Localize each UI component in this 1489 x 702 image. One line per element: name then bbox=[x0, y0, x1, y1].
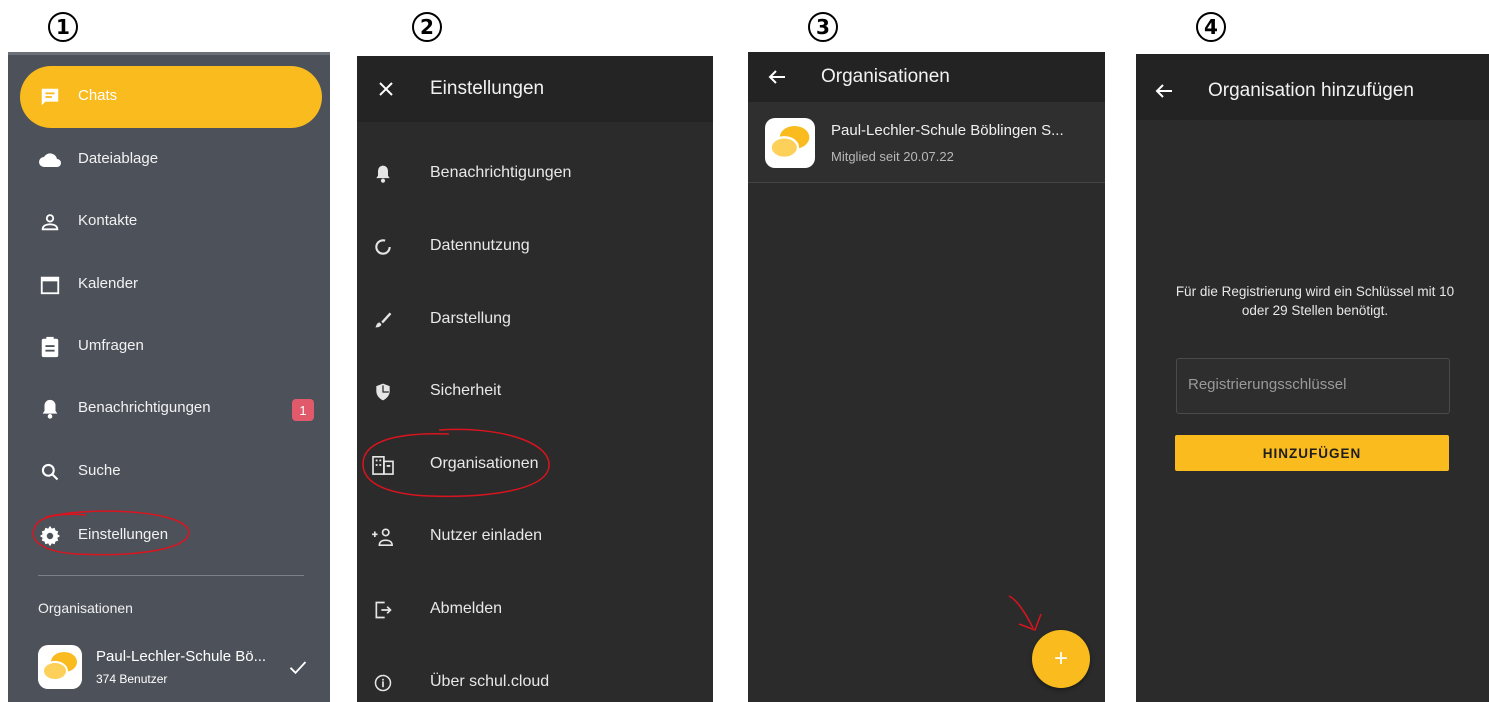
settings-app-bar: Einstellungen bbox=[357, 56, 713, 122]
organisations-screen: Organisationen Paul-Lechler-Schule Böbli… bbox=[748, 52, 1105, 702]
add-organisation-fab[interactable]: + bbox=[1032, 630, 1090, 688]
step-number-4: 4 bbox=[1196, 12, 1226, 42]
registration-info-text: Für die Registrierung wird ein Schlüssel… bbox=[1175, 284, 1455, 318]
settings-item-label: Über schul.cloud bbox=[430, 673, 550, 690]
close-icon[interactable] bbox=[374, 77, 398, 101]
school-cloud-logo bbox=[38, 645, 82, 689]
back-arrow-icon[interactable] bbox=[1152, 79, 1176, 103]
add-person-icon bbox=[371, 525, 395, 549]
school-cloud-logo bbox=[765, 118, 815, 168]
settings-item-label: Benachrichtigungen bbox=[430, 164, 572, 181]
settings-item-datennutzung[interactable]: Datennutzung bbox=[357, 217, 713, 277]
drawer-item-label: Kontakte bbox=[78, 212, 138, 229]
page-title: Organisation hinzufügen bbox=[1208, 80, 1414, 101]
settings-item-label: Datennutzung bbox=[430, 237, 530, 254]
back-arrow-icon[interactable] bbox=[765, 65, 789, 89]
settings-item-sicherheit[interactable]: Sicherheit bbox=[357, 362, 713, 422]
clipboard-icon bbox=[38, 335, 62, 359]
drawer-item-label: Dateiablage bbox=[78, 150, 159, 167]
registration-key-input[interactable]: Registrierungsschlüssel bbox=[1176, 358, 1450, 414]
settings-item-label: Nutzer einladen bbox=[430, 527, 543, 544]
drawer-item-label: Benachrichtigungen bbox=[78, 399, 211, 416]
settings-item-nutzer-einladen[interactable]: Nutzer einladen bbox=[357, 507, 713, 567]
drawer-item-label: Umfragen bbox=[78, 337, 144, 354]
navigation-drawer: Chats Dateiablage Kontakte Kalender Umfr… bbox=[8, 52, 330, 702]
organisations-app-bar: Organisationen bbox=[748, 52, 1105, 102]
drawer-item-chats[interactable]: Chats bbox=[8, 67, 330, 127]
annotation-circle-einstellungen bbox=[32, 510, 190, 556]
bell-icon bbox=[371, 162, 395, 186]
drawer-item-label: Suche bbox=[78, 462, 121, 479]
step-number-1: 1 bbox=[48, 12, 78, 42]
drawer-item-kalender[interactable]: Kalender bbox=[8, 255, 330, 315]
add-organisation-app-bar: Organisation hinzufügen bbox=[1136, 54, 1489, 120]
annotation-circle-organisationen bbox=[362, 428, 550, 498]
search-icon bbox=[38, 460, 62, 484]
settings-screen: Einstellungen Benachrichtigungen Datennu… bbox=[357, 56, 713, 702]
settings-item-label: Darstellung bbox=[430, 310, 511, 327]
add-organisation-screen: Organisation hinzufügen Für die Registri… bbox=[1136, 54, 1489, 702]
drawer-item-label: Kalender bbox=[78, 275, 139, 292]
calendar-icon bbox=[38, 273, 62, 297]
check-icon bbox=[288, 657, 308, 677]
settings-item-benachrichtigungen[interactable]: Benachrichtigungen bbox=[357, 144, 713, 204]
logout-icon bbox=[371, 598, 395, 622]
step-number-3: 3 bbox=[808, 12, 838, 42]
drawer-item-kontakte[interactable]: Kontakte bbox=[8, 192, 330, 252]
drawer-item-dateiablage[interactable]: Dateiablage bbox=[8, 130, 330, 190]
cloud-icon bbox=[38, 148, 62, 172]
drawer-divider bbox=[38, 575, 304, 576]
page-title: Organisationen bbox=[821, 66, 950, 87]
org-name: Paul-Lechler-Schule Bö... bbox=[96, 648, 267, 665]
org-name: Paul-Lechler-Schule Böblingen S... bbox=[831, 122, 1064, 139]
person-icon bbox=[38, 210, 62, 234]
notification-count-badge: 1 bbox=[292, 399, 314, 421]
info-icon bbox=[371, 671, 395, 695]
page-title: Einstellungen bbox=[430, 78, 545, 99]
settings-item-label: Sicherheit bbox=[430, 382, 502, 399]
drawer-item-suche[interactable]: Suche bbox=[8, 442, 330, 502]
org-member-since: Mitglied seit 20.07.22 bbox=[831, 149, 954, 164]
annotation-arrow bbox=[1008, 595, 1042, 631]
drawer-item-umfragen[interactable]: Umfragen bbox=[8, 317, 330, 377]
drawer-item-label: Chats bbox=[78, 87, 118, 104]
section-title-organisationen: Organisationen bbox=[38, 600, 133, 616]
drawer-item-benachrichtigungen[interactable]: Benachrichtigungen bbox=[8, 379, 330, 439]
settings-item-abmelden[interactable]: Abmelden bbox=[357, 580, 713, 640]
shield-icon bbox=[371, 380, 395, 404]
bell-icon bbox=[38, 397, 62, 421]
step-number-2: 2 bbox=[412, 12, 442, 42]
add-button[interactable]: HINZUFÜGEN bbox=[1175, 435, 1449, 471]
registration-key-placeholder: Registrierungsschlüssel bbox=[1188, 376, 1347, 393]
org-members: 374 Benutzer bbox=[96, 672, 168, 686]
settings-item-darstellung[interactable]: Darstellung bbox=[357, 290, 713, 350]
settings-item-ueber[interactable]: Über schul.cloud bbox=[357, 653, 713, 702]
brush-icon bbox=[371, 308, 395, 332]
data-usage-icon bbox=[371, 235, 395, 259]
drawer-org-row[interactable]: Paul-Lechler-Schule Bö... 374 Benutzer bbox=[8, 635, 330, 702]
organisation-list-item[interactable]: Paul-Lechler-Schule Böblingen S... Mitgl… bbox=[748, 102, 1105, 183]
chat-icon bbox=[38, 85, 62, 109]
settings-item-label: Abmelden bbox=[430, 600, 503, 617]
